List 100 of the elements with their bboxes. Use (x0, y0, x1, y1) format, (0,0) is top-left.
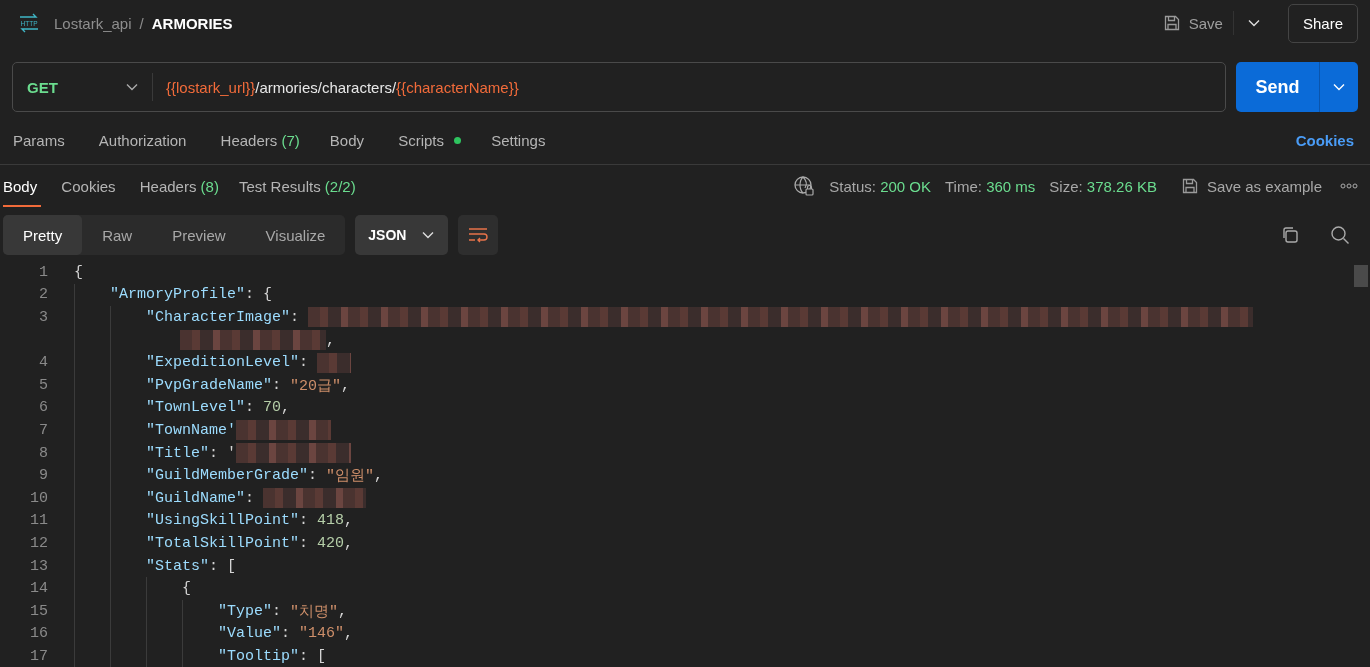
response-tab[interactable]: Body (3, 165, 42, 207)
response-metric: Status: 200 OK (829, 177, 931, 195)
json-punctuation: : (272, 376, 283, 394)
json-number: 70 (263, 399, 282, 417)
json-punctuation: , (338, 602, 348, 620)
json-punctuation: : (245, 489, 256, 507)
url-variable: {{lostark_url}} (166, 78, 256, 96)
line-number: 15 (29, 602, 49, 620)
url-bar[interactable]: GET {{lostark_url}}/armories/characters/{{characterName}} (12, 62, 1226, 112)
json-punctuation: , (344, 534, 354, 552)
response-tab[interactable]: Headers (8) (139, 165, 219, 207)
request-tab[interactable]: Authorization (98, 131, 191, 149)
save-button[interactable]: Save (1152, 8, 1233, 38)
request-tab[interactable]: Headers (7) (220, 131, 300, 149)
json-string: "임원" (326, 467, 375, 486)
response-tab[interactable]: Cookies (61, 165, 120, 207)
json-bracket: { (182, 580, 191, 598)
json-key: "TotalSkillPoint" (146, 534, 300, 552)
json-punctuation: : (245, 286, 256, 304)
json-string: "20급" (290, 376, 342, 395)
line-number: 4 (38, 354, 49, 372)
json-punctuation: , (281, 399, 291, 417)
response-metric: Size: 378.26 KB (1049, 177, 1157, 195)
json-key: "UsingSkillPoint" (146, 512, 300, 530)
json-punctuation: : (308, 467, 319, 485)
line-number: 12 (29, 534, 49, 552)
response-metric: Time: 360 ms (945, 177, 1036, 195)
json-key: "Title" (146, 444, 209, 462)
line-number: 17 (29, 647, 49, 665)
url-path: /armories/characters/ (255, 78, 397, 96)
json-key: "GuildMemberGrade" (146, 467, 309, 485)
format-select[interactable]: JSON (355, 215, 449, 255)
view-mode-tab[interactable]: Raw (82, 215, 153, 255)
line-number: 9 (38, 467, 49, 485)
wrap-lines-button[interactable] (458, 215, 499, 255)
json-key: "Tooltip" (218, 647, 299, 665)
json-bracket: { (263, 286, 273, 304)
chevron-down-icon (1333, 83, 1345, 91)
view-mode-tab[interactable]: Pretty (3, 215, 83, 255)
json-punctuation: , (344, 625, 354, 643)
json-punctuation: : (299, 512, 310, 530)
request-tab[interactable]: Params (13, 131, 69, 149)
json-punctuation: : (245, 399, 256, 417)
json-punctuation: : (281, 625, 292, 643)
line-number: 14 (29, 580, 49, 598)
line-number: 10 (29, 489, 49, 507)
line-number: 5 (38, 376, 49, 394)
save-as-example-button[interactable]: Save as example (1180, 177, 1322, 195)
share-button[interactable]: Share (1287, 3, 1358, 43)
more-options-icon[interactable] (1340, 183, 1358, 189)
json-punctuation: : (299, 534, 310, 552)
line-number: 8 (38, 444, 49, 462)
json-bracket: [ (227, 557, 237, 575)
request-name[interactable]: ARMORIES (151, 14, 233, 32)
chevron-down-icon (1247, 19, 1260, 27)
json-punctuation: : (290, 309, 301, 326)
json-punctuation: : ' (209, 444, 237, 462)
json-key: "Value" (218, 625, 281, 643)
json-punctuation: , (341, 376, 351, 394)
json-number: 420 (317, 534, 345, 552)
search-icon[interactable] (1330, 225, 1350, 245)
line-number: 1 (38, 263, 49, 281)
copy-icon[interactable] (1280, 225, 1300, 245)
json-punctuation: , (344, 512, 354, 530)
json-punctuation: , (326, 331, 335, 349)
line-number: 7 (38, 421, 49, 439)
json-key: "GuildName" (146, 489, 246, 507)
json-key: "Stats" (146, 557, 209, 575)
json-number: 418 (317, 512, 345, 530)
json-bracket: { (74, 263, 83, 281)
url-variable: {{characterName}} (396, 78, 519, 96)
json-bracket: [ (317, 647, 327, 665)
breadcrumb-separator: / (139, 14, 144, 32)
chevron-down-icon (422, 231, 435, 239)
json-key: "TownLevel" (146, 399, 246, 417)
chevron-down-icon (126, 83, 138, 91)
wrap-lines-icon (468, 227, 489, 243)
json-key: "ArmoryProfile" (110, 286, 246, 304)
json-key: "CharacterImage" (146, 309, 291, 326)
json-key: "ExpeditionLevel" (146, 354, 300, 372)
json-punctuation: , (374, 467, 384, 485)
cookies-link[interactable]: Cookies (1295, 131, 1354, 149)
method-select[interactable]: GET (13, 73, 153, 101)
json-string: "146" (299, 625, 345, 643)
collection-name[interactable]: Lostark_api (54, 14, 132, 32)
json-punctuation: : (299, 354, 310, 372)
line-number: 11 (29, 512, 49, 530)
request-tab[interactable]: Body (329, 131, 369, 149)
line-number: 6 (38, 399, 49, 417)
line-number: 2 (38, 286, 49, 304)
json-string: "치명" (290, 602, 339, 621)
globe-lock-icon (793, 175, 816, 197)
json-punctuation: : (272, 602, 283, 620)
response-tab[interactable]: Test Results (2/2) (238, 165, 356, 207)
request-tab[interactable]: Settings (491, 131, 550, 149)
request-tab[interactable]: Scripts (398, 131, 462, 149)
view-mode-tab[interactable]: Visualize (245, 215, 346, 255)
json-punctuation: : (209, 557, 220, 575)
line-number: 3 (38, 309, 49, 326)
view-mode-tab[interactable]: Preview (152, 215, 246, 255)
